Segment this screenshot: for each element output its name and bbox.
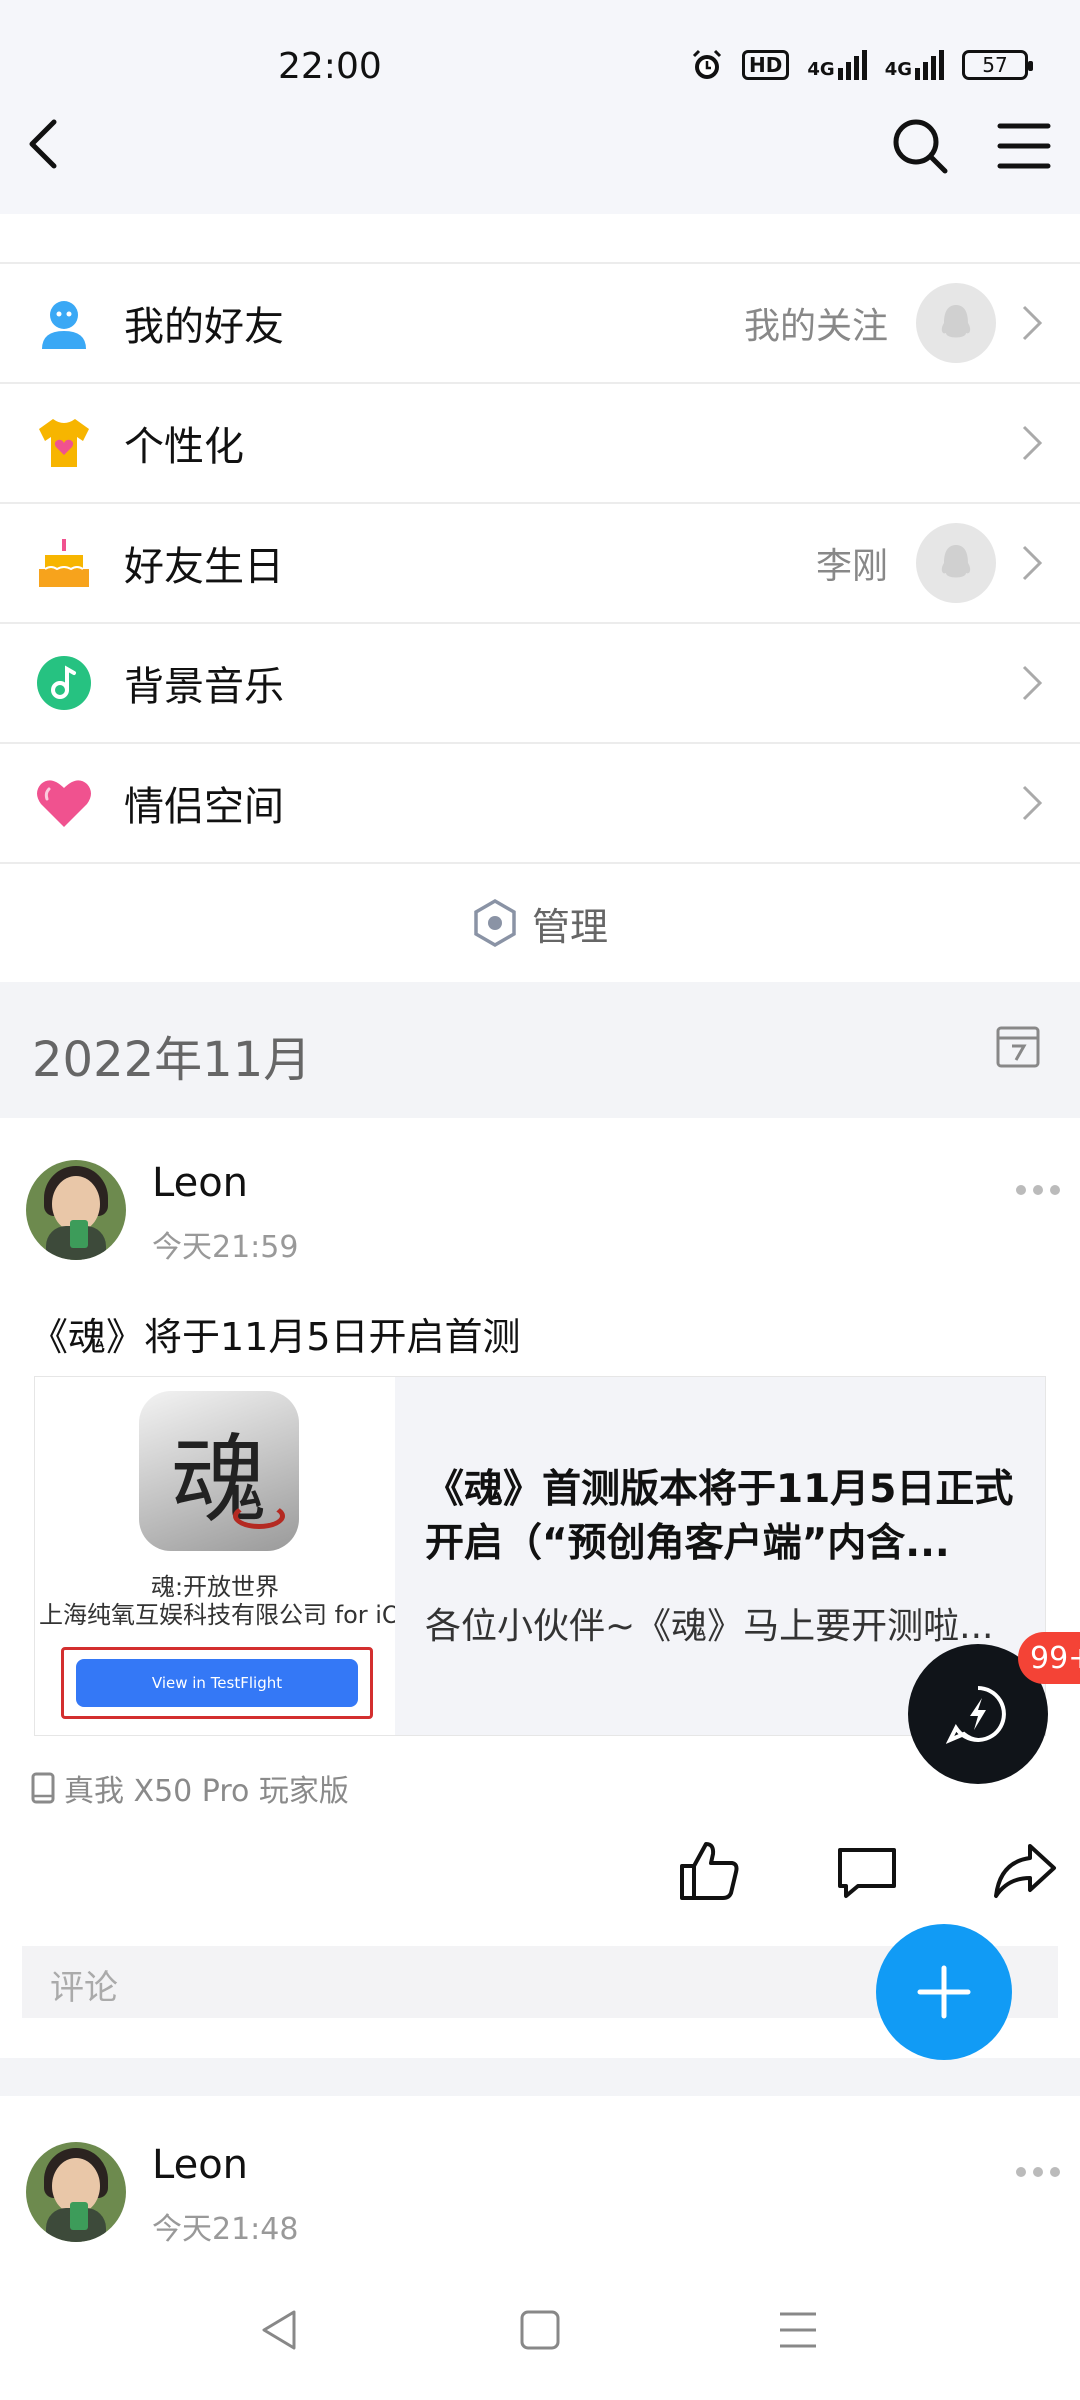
- row-label: 好友生日: [124, 544, 284, 590]
- app-icon: 魂: [139, 1391, 299, 1551]
- hexagon-settings-icon: [474, 898, 516, 948]
- device-info: 真我 X50 Pro 玩家版: [30, 1766, 349, 1810]
- row-label: 个性化: [124, 424, 244, 470]
- row-label: 背景音乐: [124, 664, 284, 710]
- nav-recents-icon[interactable]: [774, 2306, 822, 2354]
- chevron-right-icon: [1022, 305, 1043, 341]
- highlight-box: View in TestFlight: [61, 1647, 373, 1719]
- network-type-label: 4G: [807, 59, 835, 80]
- row-sub: 我的关注: [743, 306, 888, 347]
- top-bar: 22:00 HD 4G 4G 57: [0, 0, 1080, 214]
- battery-indicator: 57: [962, 50, 1033, 80]
- post-author[interactable]: Leon: [152, 2142, 248, 2188]
- comment-button[interactable]: [834, 1838, 900, 1904]
- card-description: 各位小伙伴~《魂》马上要开测啦...: [425, 1606, 994, 1647]
- hd-icon: HD: [742, 50, 790, 80]
- row-my-friends[interactable]: 我的好友 我的关注: [0, 262, 1080, 382]
- system-navigation-bar: [0, 2270, 1080, 2400]
- testflight-button: View in TestFlight: [76, 1659, 358, 1707]
- share-button[interactable]: [992, 1838, 1058, 1904]
- feature-list: 我的好友 我的关注 个性化 好友生日 李刚 背景音乐 情侣空间: [0, 262, 1080, 862]
- music-note-icon: [34, 653, 94, 713]
- row-label: 情侣空间: [124, 784, 284, 830]
- chevron-right-icon: [1022, 665, 1043, 701]
- signal-4g-icon: 4G: [885, 50, 944, 80]
- chevron-right-icon: [1022, 545, 1043, 581]
- tshirt-heart-icon: [34, 413, 94, 473]
- lightning-chat-icon: [946, 1686, 1006, 1744]
- month-header: 2022年11月: [0, 982, 1080, 1118]
- link-card[interactable]: 魂 魂:开放世界 上海纯氧互娱科技有限公司 for iOS View in Te…: [34, 1376, 1046, 1736]
- like-button[interactable]: [676, 1838, 742, 1904]
- chevron-right-icon: [1022, 785, 1043, 821]
- friend-person-icon: [34, 293, 94, 353]
- card-title: 《魂》首测版本将于11月5日正式开启（“预创角客户端”内含...: [425, 1467, 1014, 1566]
- notification-badge: 99+: [1018, 1632, 1080, 1684]
- app-company: 上海纯氧互娱科技有限公司 for iOS: [39, 1601, 395, 1629]
- avatar: [916, 523, 996, 603]
- row-friend-birthday[interactable]: 好友生日 李刚: [0, 502, 1080, 622]
- row-label: 我的好友: [124, 304, 284, 350]
- post-text: 《魂》将于11月5日开启首测: [30, 1315, 521, 1359]
- avatar[interactable]: [26, 2142, 126, 2242]
- row-couple-space[interactable]: 情侣空间: [0, 742, 1080, 862]
- nav-home-icon[interactable]: [516, 2306, 564, 2354]
- nav-back-icon[interactable]: [256, 2306, 304, 2354]
- network-type-label: 4G: [884, 59, 912, 80]
- status-icons: HD 4G 4G 57: [690, 48, 1033, 82]
- card-thumbnail: 魂 魂:开放世界 上海纯氧互娱科技有限公司 for iOS View in Te…: [35, 1377, 395, 1735]
- manage-label: 管理: [531, 904, 608, 949]
- plus-icon: [917, 1965, 971, 2019]
- chevron-right-icon: [1022, 425, 1043, 461]
- row-sub: 李刚: [815, 546, 888, 587]
- comment-placeholder: 评论: [50, 1968, 118, 2008]
- more-options-button[interactable]: [1016, 2162, 1060, 2182]
- feed-divider: [0, 2058, 1080, 2096]
- signal-4g-icon: 4G: [807, 50, 867, 80]
- heart-icon: [34, 773, 94, 833]
- row-personalize[interactable]: 个性化: [0, 382, 1080, 502]
- alarm-icon: [692, 49, 722, 79]
- avatar: [916, 283, 996, 363]
- phone-icon: [31, 1772, 55, 1804]
- row-background-music[interactable]: 背景音乐: [0, 622, 1080, 742]
- add-post-button[interactable]: [876, 1924, 1012, 2060]
- avatar[interactable]: [26, 1160, 126, 1260]
- post-actions: [0, 1838, 1080, 1918]
- post-author[interactable]: Leon: [152, 1160, 248, 1206]
- manage-button[interactable]: 管理: [0, 862, 1080, 982]
- more-options-button[interactable]: [1016, 1180, 1060, 1200]
- device-label: 真我 X50 Pro 玩家版: [64, 1774, 349, 1809]
- birthday-cake-icon: [34, 533, 94, 593]
- calendar-icon[interactable]: [994, 1022, 1042, 1070]
- back-button[interactable]: [20, 114, 70, 174]
- status-time: 22:00: [278, 46, 382, 87]
- hamburger-menu-icon[interactable]: [996, 120, 1052, 172]
- month-label: 2022年11月: [32, 1032, 312, 1088]
- search-icon[interactable]: [890, 116, 950, 176]
- post-time: 今天21:59: [152, 1230, 299, 1265]
- post-time: 今天21:48: [152, 2212, 299, 2247]
